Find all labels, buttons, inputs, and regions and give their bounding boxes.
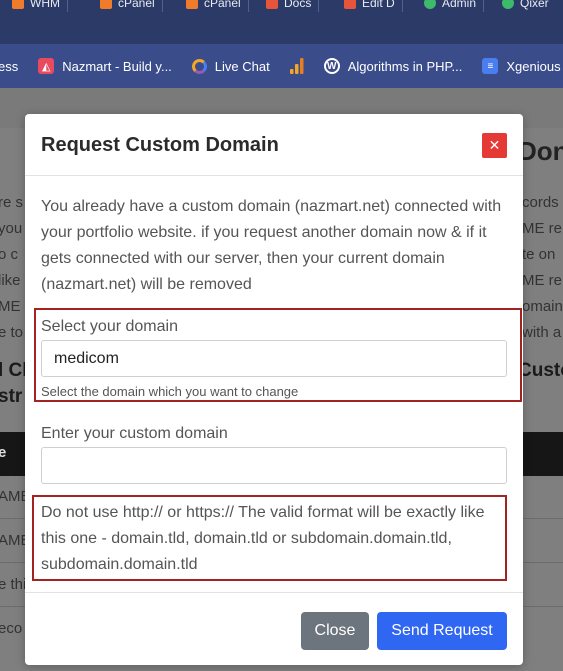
tab-label: Qixer <box>520 0 549 10</box>
close-icon: ✕ <box>488 137 501 153</box>
domain-notice-text: You already have a custom domain (nazmar… <box>41 198 502 293</box>
bookmark-live-chat[interactable]: Live Chat <box>182 58 280 74</box>
page-text-fragment: ME <box>0 298 21 315</box>
page-text-fragment: omain <box>522 298 563 315</box>
docs-favicon-icon <box>266 0 278 9</box>
browser-tab[interactable]: cPanel <box>100 0 163 12</box>
qixer-favicon-icon <box>502 0 514 9</box>
bookmarks-bar: ess ◭ Nazmart - Build y... Live Chat W A… <box>0 44 563 88</box>
custom-domain-input[interactable] <box>41 447 507 484</box>
cpanel-favicon-icon <box>100 0 112 9</box>
bookmark-nazmart[interactable]: ◭ Nazmart - Build y... <box>28 58 182 74</box>
admin-favicon-icon <box>424 0 436 9</box>
tab-label: Docs <box>284 0 312 10</box>
page-text-fragment: you <box>0 220 23 237</box>
custom-domain-label: Enter your custom domain <box>41 425 228 442</box>
modal-title: Request Custom Domain <box>41 134 279 156</box>
page-text-fragment: te on <box>522 246 556 263</box>
tab-label: cPanel <box>118 0 155 10</box>
select-domain-help: Select the domain which you want to chan… <box>41 384 299 399</box>
document-icon: ≡ <box>482 58 499 74</box>
page-text-fragment: with a <box>522 324 562 341</box>
browser-tab[interactable]: WHM <box>12 0 68 12</box>
page-text-fragment: re s <box>0 194 24 211</box>
wordpress-icon: W <box>323 58 340 74</box>
analytics-icon <box>289 58 304 74</box>
tab-label: cPanel <box>204 0 241 10</box>
bookmark-label: Xgenious press <box>506 58 563 74</box>
page-section-heading-fragment: Custo <box>518 360 563 381</box>
page-section-heading-fragment: str <box>0 386 23 407</box>
page-table-header-fragment: e <box>0 444 7 461</box>
browser-tab[interactable]: Qixer <box>502 0 549 12</box>
page-text-fragment: o c <box>0 246 19 263</box>
bookmark-label: Live Chat <box>214 58 270 74</box>
page-table-cell: e thi <box>0 576 27 593</box>
cpanel-favicon-icon <box>186 0 198 9</box>
bookmark-label: Nazmart - Build y... <box>62 58 172 74</box>
browser-tab-strip: WHM cPanel cPanel Docs Edit D Admin Qixe… <box>0 0 563 12</box>
close-button[interactable]: Close <box>301 612 369 650</box>
page-section-heading-fragment: l Cl <box>0 360 28 381</box>
bookmark-label: Algorithms in PHP... <box>347 58 463 74</box>
tab-label: Edit D <box>362 0 395 10</box>
select-domain-label: Select your domain <box>41 318 178 335</box>
page-text-fragment: cords <box>522 194 559 211</box>
browser-tab[interactable]: Docs <box>266 0 320 12</box>
browser-tab[interactable]: Admin <box>424 0 485 12</box>
page-table-cell: eco <box>0 620 23 637</box>
select-domain-input[interactable] <box>41 340 507 377</box>
bookmark-item[interactable]: ess <box>0 59 28 74</box>
bookmark-xgenious[interactable]: ≡ Xgenious press <box>472 58 563 74</box>
tab-label: WHM <box>30 0 60 10</box>
browser-tab[interactable]: cPanel <box>186 0 249 12</box>
nazmart-logo-icon: ◭ <box>38 58 55 74</box>
send-request-button[interactable]: Send Request <box>377 612 507 650</box>
page-text-fragment: like <box>0 272 21 289</box>
bookmark-algorithms[interactable]: W Algorithms in PHP... <box>314 58 473 74</box>
bookmark-label: ess <box>0 58 19 74</box>
whm-favicon-icon <box>12 0 24 9</box>
live-chat-icon <box>191 58 207 74</box>
request-custom-domain-modal: Request Custom Domain ✕ You already have… <box>25 114 523 665</box>
edit-favicon-icon <box>344 0 356 9</box>
page-text-fragment: e to <box>0 324 24 341</box>
bookmark-analytics[interactable] <box>280 58 314 74</box>
modal-footer: Close Send Request <box>25 592 523 665</box>
page-text-fragment: ME re <box>522 272 563 289</box>
page-heading-fragment: Don <box>518 136 563 166</box>
page-text-fragment: ME re <box>522 220 563 237</box>
modal-header: Request Custom Domain ✕ <box>25 114 523 176</box>
close-icon-button[interactable]: ✕ <box>482 133 507 158</box>
browser-tab[interactable]: Edit D <box>344 0 403 12</box>
format-warning-text: Do not use http:// or https:// The valid… <box>41 504 485 573</box>
tab-label: Admin <box>442 0 477 10</box>
browser-toolbar <box>0 12 563 44</box>
